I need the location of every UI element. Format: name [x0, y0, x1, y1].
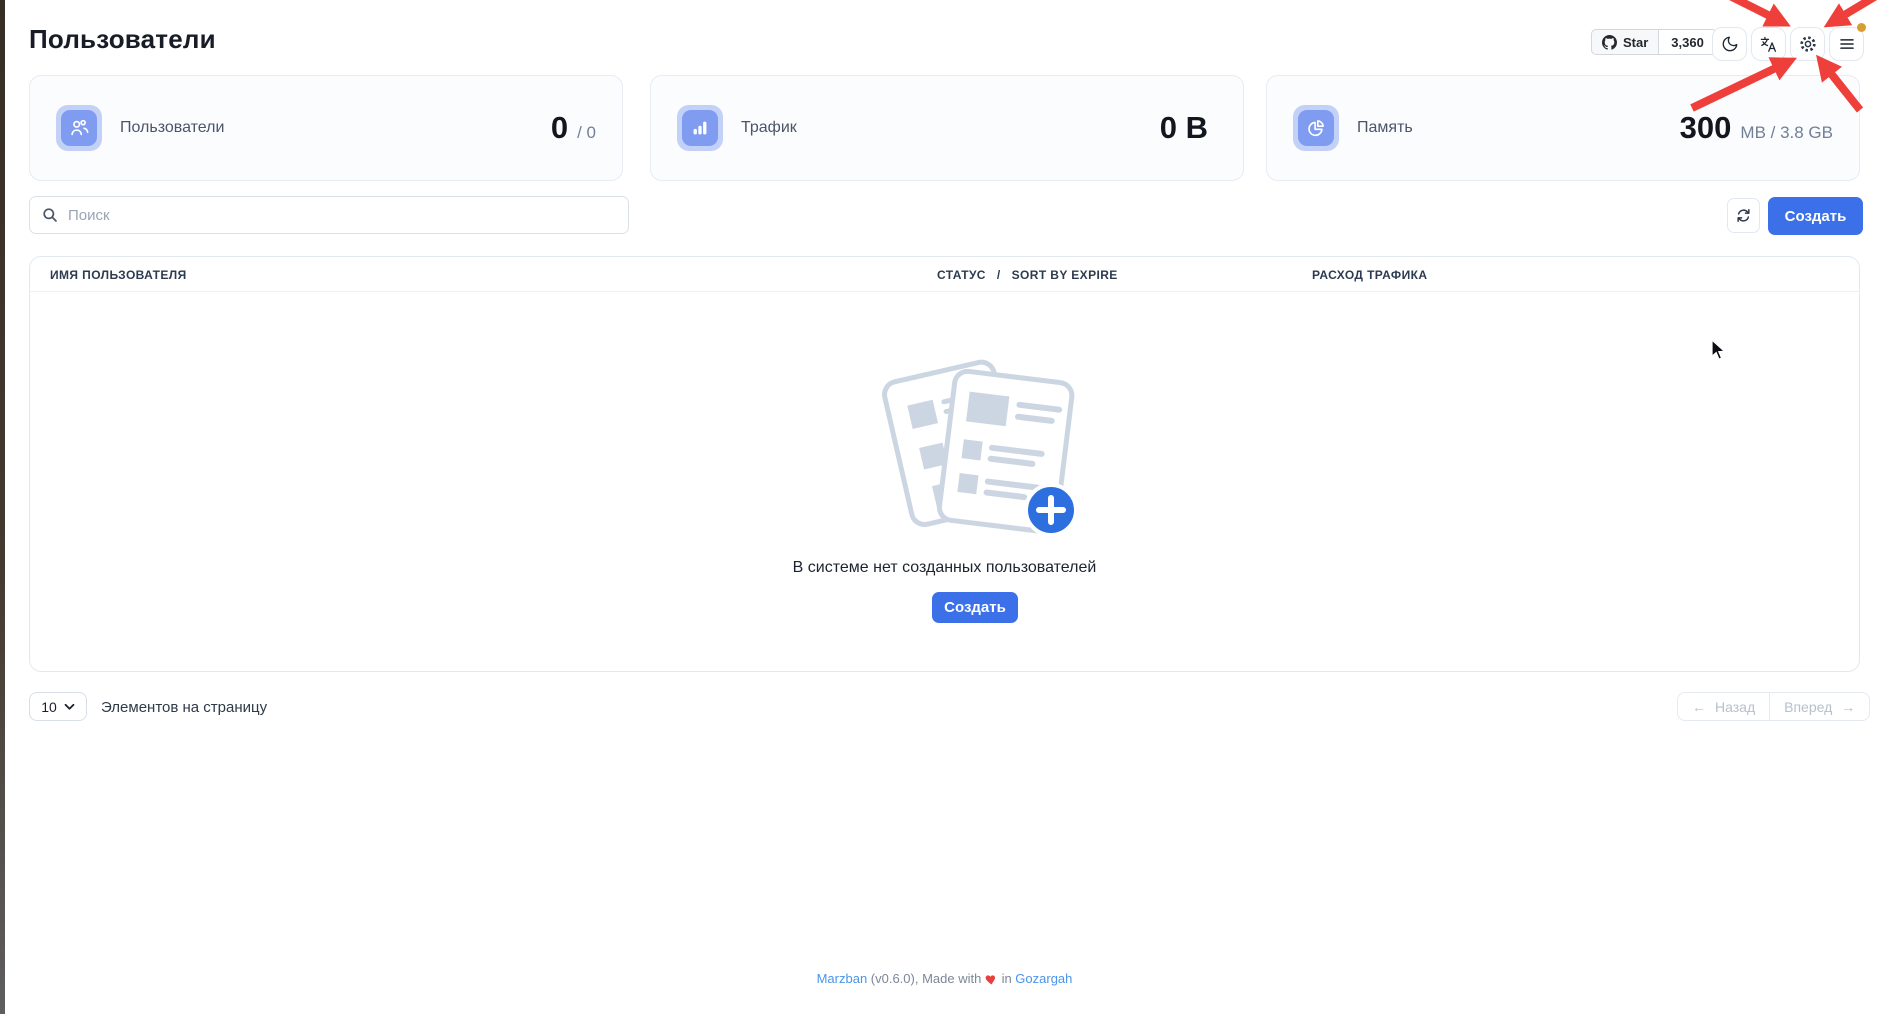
- pie-chart-icon: [1293, 105, 1339, 151]
- pagination: ← Назад Вперед →: [1677, 692, 1870, 721]
- stat-card-label: Память: [1357, 119, 1413, 137]
- notification-dot: [1857, 23, 1866, 32]
- translate-icon: [1759, 35, 1778, 54]
- stat-card-traffic: Трафик 0 B: [650, 75, 1244, 181]
- column-header-separator: /: [997, 268, 1001, 282]
- github-octocat-icon: [1602, 35, 1617, 50]
- page-title: Пользователи: [29, 24, 216, 55]
- heart-icon: [985, 973, 998, 985]
- search-icon: [42, 207, 58, 223]
- menu-icon: [1838, 35, 1856, 53]
- marzban-users-page: Пользователи Star 3,360 Пользователи 0 / …: [0, 0, 1888, 1014]
- users-icon: [56, 105, 102, 151]
- chevron-down-icon: [64, 703, 75, 711]
- column-header-status[interactable]: СТАТУС: [937, 268, 986, 282]
- stat-card-secondary: MB / 3.8 GB: [1740, 123, 1833, 143]
- per-page-label: Элементов на страницу: [101, 699, 267, 716]
- refresh-icon: [1735, 207, 1752, 224]
- empty-state-illustration: [875, 349, 1077, 539]
- language-button[interactable]: [1751, 27, 1786, 61]
- left-arrow-icon: ←: [1692, 699, 1706, 715]
- column-header-traffic[interactable]: РАСХОД ТРАФИКА: [1312, 257, 1427, 292]
- moon-icon: [1721, 35, 1739, 53]
- github-star-button[interactable]: Star: [1591, 29, 1659, 55]
- create-user-button[interactable]: Создать: [1768, 197, 1863, 235]
- pagination-next-button[interactable]: Вперед →: [1770, 692, 1870, 721]
- column-header-username[interactable]: ИМЯ ПОЛЬЗОВАТЕЛЯ: [50, 257, 187, 292]
- stat-card-value: 0 B: [1160, 110, 1208, 146]
- plus-icon: [1026, 485, 1076, 535]
- bar-chart-icon: [677, 105, 723, 151]
- stat-card-users: Пользователи 0 / 0: [29, 75, 623, 181]
- column-header-status-expire[interactable]: СТАТУС / SORT BY EXPIRE: [937, 257, 1118, 292]
- menu-button[interactable]: [1829, 27, 1864, 61]
- footer-in-text: in: [998, 971, 1015, 986]
- github-star-label: Star: [1623, 35, 1648, 50]
- pagination-prev-label: Назад: [1715, 699, 1755, 715]
- stat-card-secondary: / 0: [577, 123, 596, 143]
- gear-icon: [1798, 34, 1818, 54]
- search-input[interactable]: [68, 207, 616, 224]
- footer-brand-link[interactable]: Marzban: [817, 971, 868, 986]
- left-edge-strip: [0, 0, 5, 1014]
- search-box[interactable]: [29, 196, 629, 234]
- stat-card-memory: Память 300 MB / 3.8 GB: [1266, 75, 1860, 181]
- empty-state-message: В системе нет созданных пользователей: [30, 559, 1859, 577]
- stat-card-value: 300: [1680, 110, 1732, 146]
- footer-version-text: (v0.6.0), Made with: [867, 971, 985, 986]
- github-star-badge[interactable]: Star 3,360: [1591, 29, 1717, 55]
- empty-state-create-button[interactable]: Создать: [932, 592, 1018, 623]
- footer: Marzban (v0.6.0), Made with in Gozargah: [29, 971, 1860, 986]
- page-size-select[interactable]: 10: [29, 692, 87, 721]
- right-arrow-icon: →: [1841, 699, 1855, 715]
- pagination-next-label: Вперед: [1784, 699, 1832, 715]
- settings-button[interactable]: [1790, 27, 1825, 61]
- page-size-value: 10: [41, 699, 57, 715]
- stat-card-value: 0: [551, 110, 568, 146]
- column-header-sort-by-expire[interactable]: SORT BY EXPIRE: [1012, 268, 1118, 282]
- footer-org-link[interactable]: Gozargah: [1015, 971, 1072, 986]
- stat-card-label: Пользователи: [120, 119, 224, 137]
- table-header-row: ИМЯ ПОЛЬЗОВАТЕЛЯ СТАТУС / SORT BY EXPIRE…: [30, 257, 1859, 292]
- dark-mode-button[interactable]: [1712, 27, 1747, 61]
- pagination-prev-button[interactable]: ← Назад: [1677, 692, 1770, 721]
- users-table: ИМЯ ПОЛЬЗОВАТЕЛЯ СТАТУС / SORT BY EXPIRE…: [29, 256, 1860, 672]
- stat-card-label: Трафик: [741, 119, 797, 137]
- github-star-count[interactable]: 3,360: [1659, 29, 1717, 55]
- refresh-button[interactable]: [1727, 198, 1760, 233]
